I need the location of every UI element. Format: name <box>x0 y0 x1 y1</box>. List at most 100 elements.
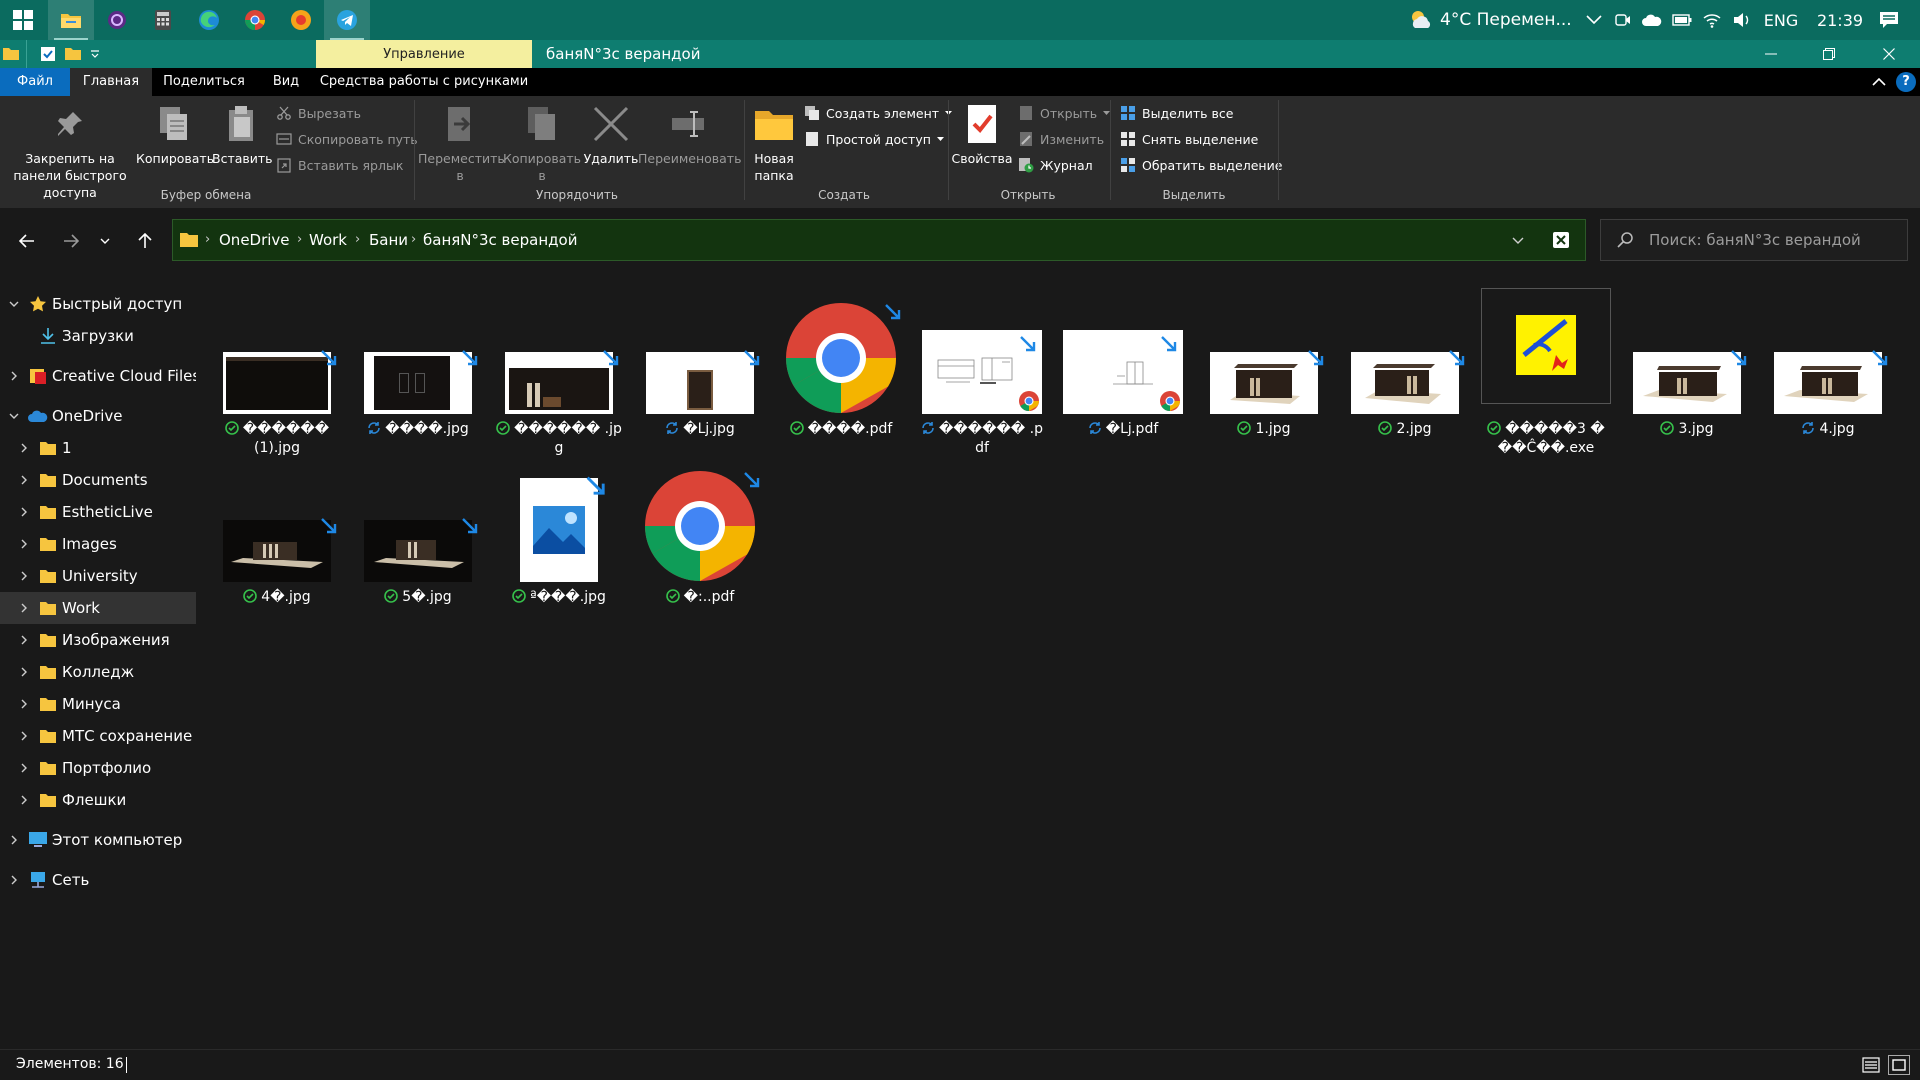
nav-onedrive[interactable]: OneDrive <box>0 400 196 432</box>
tray-battery[interactable] <box>1668 0 1696 40</box>
select-all-button[interactable]: Выделить все <box>1120 102 1233 124</box>
nav-folder-university[interactable]: University <box>0 560 196 592</box>
taskbar-edge[interactable] <box>186 0 232 40</box>
select-all-icon <box>1121 106 1135 120</box>
breadcrumb-current[interactable]: баняN°3с верандой <box>423 220 577 260</box>
nav-folder-fleshki[interactable]: Флешки <box>0 784 196 816</box>
weather-text[interactable]: 4°C Перемен... <box>1440 0 1590 40</box>
tab-file[interactable]: Файл <box>0 68 70 96</box>
weather-widget[interactable] <box>1404 0 1438 40</box>
clock[interactable]: 21:39 <box>1812 0 1868 40</box>
nav-folder-1[interactable]: 1 <box>0 432 196 464</box>
nav-downloads[interactable]: Загрузки <box>0 320 196 352</box>
tray-onedrive[interactable] <box>1638 0 1666 40</box>
new-folder-button[interactable]: Новая папка <box>748 102 800 184</box>
taskbar-chrome[interactable] <box>232 0 278 40</box>
breadcrumb-bani[interactable]: Бани <box>369 220 408 260</box>
taskbar-file-explorer[interactable] <box>48 0 94 40</box>
properties-button[interactable]: Свойства <box>950 102 1014 167</box>
show-hidden-icons[interactable] <box>1580 0 1608 40</box>
file-name: 4�.jpg <box>261 589 311 605</box>
search-box[interactable] <box>1600 219 1908 261</box>
forward-button[interactable] <box>54 224 88 258</box>
recent-locations-button[interactable] <box>92 224 118 258</box>
delete-button[interactable]: Удалить <box>578 102 644 167</box>
nav-folder-college[interactable]: Колледж <box>0 656 196 688</box>
paste-button[interactable]: Вставить <box>212 102 273 167</box>
select-none-button[interactable]: Снять выделение <box>1120 128 1258 150</box>
address-bar[interactable]: › OneDrive › Work › Бани › баняN°3с вера… <box>172 219 1586 261</box>
properties-check-icon[interactable] <box>40 46 56 62</box>
tab-home[interactable]: Главная <box>70 68 152 96</box>
taskbar-yandex[interactable] <box>278 0 324 40</box>
minimize-button[interactable] <box>1742 40 1800 68</box>
select-none-label: Снять выделение <box>1142 131 1259 147</box>
copy-to-button[interactable]: Копировать в <box>500 102 584 184</box>
details-view-button[interactable] <box>1860 1055 1882 1075</box>
move-to-button[interactable]: Переместить в <box>418 102 505 184</box>
copy-button[interactable]: Копировать <box>136 102 214 167</box>
clear-address-button[interactable] <box>1541 220 1581 260</box>
taskbar-purple-app[interactable] <box>94 0 140 40</box>
nav-network[interactable]: Сеть <box>0 864 196 896</box>
history-button[interactable]: Журнал <box>1018 154 1093 176</box>
nav-folder-estheticlive[interactable]: EstheticLive <box>0 496 196 528</box>
start-button[interactable] <box>0 0 46 40</box>
tab-share[interactable]: Поделиться <box>152 68 256 96</box>
chevron-right-icon <box>21 475 27 485</box>
nav-folder-mts[interactable]: МТС сохранение та <box>0 720 196 752</box>
move-to-label: Переместить в <box>418 151 505 183</box>
close-button[interactable] <box>1860 40 1918 68</box>
restore-button[interactable] <box>1800 40 1858 68</box>
file-name: 1.jpg <box>1255 421 1291 437</box>
breadcrumb-onedrive[interactable]: OneDrive <box>219 220 290 260</box>
tray-volume[interactable] <box>1728 0 1756 40</box>
tab-picture-tools[interactable]: Средства работы с рисунками <box>316 68 532 96</box>
pin-quick-access-button[interactable]: Закрепить на панели быстрого доступа <box>2 102 138 201</box>
address-history-button[interactable] <box>1503 220 1533 260</box>
tab-view[interactable]: Вид <box>258 68 314 96</box>
tray-meet[interactable] <box>1610 0 1636 40</box>
language-indicator[interactable]: ENG <box>1758 0 1804 40</box>
new-folder-small-icon[interactable] <box>64 46 82 62</box>
up-button[interactable] <box>128 224 162 258</box>
group-organize-label: Упорядочить <box>536 188 618 202</box>
customize-qat-icon[interactable] <box>90 50 100 60</box>
breadcrumb-work[interactable]: Work <box>309 220 347 260</box>
taskbar-calculator[interactable] <box>140 0 186 40</box>
nav-folder-portfolio[interactable]: Портфолио <box>0 752 196 784</box>
notifications-button[interactable] <box>1868 0 1910 40</box>
easy-access-button[interactable]: Простой доступ <box>804 128 944 150</box>
pdf-drawing-thumbnail <box>1063 330 1183 414</box>
nav-creative-cloud[interactable]: Creative Cloud Files <box>0 360 196 392</box>
invert-selection-button[interactable]: Обратить выделение <box>1120 154 1282 176</box>
nav-folder-images[interactable]: Images <box>0 528 196 560</box>
open-button[interactable]: Открыть <box>1018 102 1111 124</box>
cut-button[interactable]: Вырезать <box>276 102 361 124</box>
search-input[interactable] <box>1649 220 1899 260</box>
pin-icon <box>58 112 82 136</box>
tab-manage[interactable]: Управление <box>316 40 532 68</box>
nav-folder-izobrazheniya[interactable]: Изображения <box>0 624 196 656</box>
help-button[interactable]: ? <box>1896 72 1916 92</box>
paste-shortcut-button[interactable]: Вставить ярлык <box>276 154 403 176</box>
invert-selection-icon <box>1121 158 1135 172</box>
nav-folder-work[interactable]: Work <box>0 592 196 624</box>
nav-label: Images <box>62 535 117 553</box>
tray-wifi[interactable] <box>1698 0 1726 40</box>
nav-quick-access[interactable]: Быстрый доступ <box>0 288 196 320</box>
rename-icon <box>672 111 704 137</box>
nav-folder-documents[interactable]: Documents <box>0 464 196 496</box>
group-open-label: Открыть <box>1000 188 1056 202</box>
large-icons-view-button[interactable] <box>1888 1055 1910 1075</box>
edit-button[interactable]: Изменить <box>1018 128 1104 150</box>
back-button[interactable] <box>10 224 44 258</box>
collapse-ribbon-button[interactable] <box>1868 72 1890 92</box>
taskbar-telegram[interactable] <box>324 0 370 40</box>
rename-button[interactable]: Переименовать <box>638 102 742 167</box>
nav-this-pc[interactable]: Этот компьютер <box>0 824 196 856</box>
rename-label: Переименовать <box>638 151 742 166</box>
new-item-button[interactable]: Создать элемент <box>804 102 953 124</box>
copy-path-button[interactable]: Скопировать путь <box>276 128 418 150</box>
nav-folder-minusa[interactable]: Минуса <box>0 688 196 720</box>
